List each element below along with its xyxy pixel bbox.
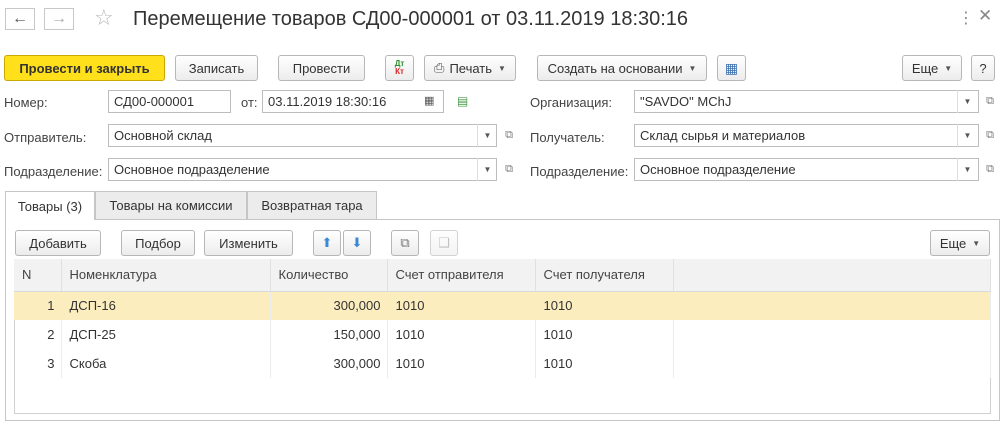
goods-table: N Номенклатура Количество Счет отправите…	[14, 259, 991, 378]
more-button[interactable]: Еще ▼	[902, 55, 962, 81]
paste-icon: ❑	[438, 235, 450, 250]
printer-icon: ⎙	[434, 60, 445, 75]
print-button[interactable]: ⎙ Печать ▼	[424, 55, 516, 81]
create-based-on-button[interactable]: Создать на основании ▼	[537, 55, 707, 81]
receiver-open-icon[interactable]: ⧉	[981, 124, 999, 147]
create-based-label: Создать на основании	[547, 60, 683, 76]
arrow-down-icon: ⬇	[351, 235, 363, 250]
row-sender-account[interactable]: 1010	[387, 349, 536, 378]
sender-dropdown-icon[interactable]: ▼	[477, 124, 497, 147]
row-receiver-account[interactable]: 1010	[535, 349, 674, 378]
chevron-down-icon: ▼	[498, 63, 506, 73]
receiver-field[interactable]: Склад сырья и материалов	[634, 124, 979, 147]
calendar-icon[interactable]: ▦	[424, 94, 434, 107]
table-row[interactable]: 1 ДСП-16 300,000 1010 1010	[14, 291, 991, 320]
copy-button[interactable]: ⧉	[391, 230, 419, 256]
receiver-dropdown-icon[interactable]: ▼	[957, 124, 977, 147]
chevron-down-icon: ▼	[688, 63, 697, 73]
sender-open-icon[interactable]: ⧉	[500, 124, 518, 147]
department-label-left: Подразделение:	[4, 164, 103, 179]
tab-returnable-containers[interactable]: Возвратная тара	[247, 191, 377, 219]
row-number: 3	[14, 349, 62, 378]
tab-commission-goods[interactable]: Товары на комиссии	[95, 191, 247, 219]
save-button[interactable]: Записать	[175, 55, 258, 81]
table-header-row: N Номенклатура Количество Счет отправите…	[14, 259, 991, 292]
table-row[interactable]: 2 ДСП-25 150,000 1010 1010	[14, 320, 991, 349]
move-down-button[interactable]: ⬇	[343, 230, 371, 256]
arrow-right-icon: →	[51, 10, 67, 27]
number-label: Номер:	[4, 95, 48, 110]
date-value: 03.11.2019 18:30:16	[268, 94, 387, 109]
sender-field[interactable]: Основной склад	[108, 124, 497, 147]
column-header-n[interactable]: N	[14, 259, 62, 292]
move-up-button[interactable]: ⬆	[313, 230, 341, 256]
receiver-label: Получатель:	[530, 130, 605, 145]
department-left-dropdown-icon[interactable]: ▼	[477, 158, 497, 181]
row-filler	[673, 320, 991, 349]
department-label-right: Подразделение:	[530, 164, 629, 179]
row-number: 2	[14, 320, 62, 349]
copy-icon: ⧉	[400, 235, 410, 250]
dt-kt-button[interactable]: Дт Кт	[385, 55, 414, 81]
change-button[interactable]: Изменить	[204, 230, 293, 256]
chevron-down-icon: ▼	[944, 63, 953, 73]
back-button[interactable]: ←	[5, 8, 35, 30]
row-quantity[interactable]: 150,000	[270, 320, 388, 349]
department-field-right[interactable]: Основное подразделение	[634, 158, 979, 181]
tab-goods[interactable]: Товары (3)	[5, 191, 95, 220]
row-sender-account[interactable]: 1010	[387, 320, 536, 349]
column-header-empty	[673, 259, 991, 292]
sender-label: Отправитель:	[4, 130, 87, 145]
window-title: Перемещение товаров СД00-000001 от 03.11…	[133, 8, 689, 30]
column-header-receiver-account[interactable]: Счет получателя	[535, 259, 674, 292]
arrow-up-icon: ⬆	[321, 235, 333, 250]
row-number: 1	[14, 291, 62, 320]
close-icon[interactable]: ✕	[978, 6, 992, 26]
table-more-label: Еще	[939, 235, 967, 251]
row-receiver-account[interactable]: 1010	[535, 291, 674, 320]
row-sender-account[interactable]: 1010	[387, 291, 536, 320]
post-and-close-button[interactable]: Провести и закрыть	[4, 55, 165, 81]
chevron-down-icon: ▼	[972, 238, 981, 248]
hierarchy-icon: ▦	[724, 59, 739, 76]
organization-open-icon[interactable]: ⧉	[981, 90, 999, 113]
row-receiver-account[interactable]: 1010	[535, 320, 674, 349]
row-filler	[673, 291, 991, 320]
print-label: Печать	[449, 60, 493, 76]
more-vertical-icon[interactable]: ⋮	[958, 8, 974, 28]
row-item[interactable]: ДСП-16	[61, 291, 271, 320]
row-item[interactable]: Скоба	[61, 349, 271, 378]
department-left-open-icon[interactable]: ⧉	[500, 158, 518, 181]
row-filler	[673, 349, 991, 378]
table-more-button[interactable]: Еще ▼	[930, 230, 990, 256]
row-quantity[interactable]: 300,000	[270, 291, 388, 320]
department-right-open-icon[interactable]: ⧉	[981, 158, 999, 181]
help-button[interactable]: ?	[971, 55, 995, 81]
column-header-sender-account[interactable]: Счет отправителя	[387, 259, 536, 292]
dt-kt-icon: Дт Кт	[394, 59, 405, 76]
date-field[interactable]: 03.11.2019 18:30:16	[262, 90, 444, 113]
table-row[interactable]: 3 Скоба 300,000 1010 1010	[14, 349, 991, 378]
more-label: Еще	[911, 60, 939, 76]
row-item[interactable]: ДСП-25	[61, 320, 271, 349]
date-label: от:	[241, 95, 258, 110]
favorite-star-icon[interactable]: ☆	[94, 5, 114, 31]
paste-button[interactable]: ❑	[430, 230, 458, 256]
pick-button[interactable]: Подбор	[121, 230, 195, 256]
organization-label: Организация:	[530, 95, 613, 110]
column-header-quantity[interactable]: Количество	[270, 259, 388, 292]
checklist-icon[interactable]: ▤	[457, 94, 468, 108]
forward-button[interactable]: →	[44, 8, 74, 30]
post-button[interactable]: Провести	[278, 55, 365, 81]
organization-dropdown-icon[interactable]: ▼	[957, 90, 977, 113]
structure-button[interactable]: ▦	[717, 55, 746, 81]
organization-field[interactable]: "SAVDO" MChJ	[634, 90, 979, 113]
row-quantity[interactable]: 300,000	[270, 349, 388, 378]
column-header-item[interactable]: Номенклатура	[61, 259, 271, 292]
arrow-left-icon: ←	[12, 10, 28, 27]
department-field-left[interactable]: Основное подразделение	[108, 158, 497, 181]
department-right-dropdown-icon[interactable]: ▼	[957, 158, 977, 181]
number-field[interactable]: СД00-000001	[108, 90, 231, 113]
add-button[interactable]: Добавить	[15, 230, 101, 256]
